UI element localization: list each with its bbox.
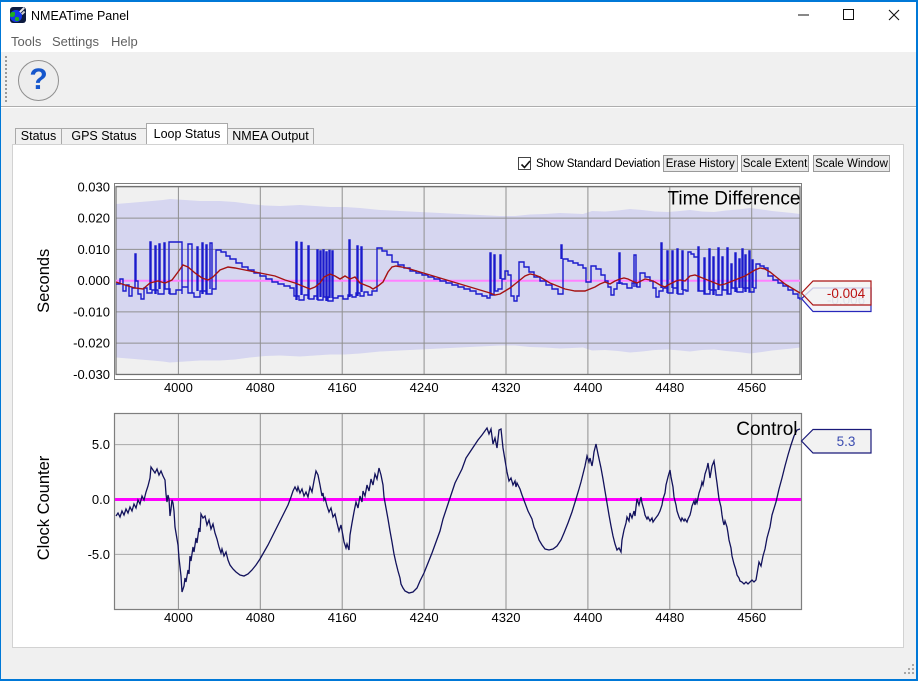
svg-text:4160: 4160 xyxy=(328,380,357,395)
svg-text:4320: 4320 xyxy=(492,380,521,395)
svg-text:4480: 4480 xyxy=(655,380,684,395)
svg-text:Control: Control xyxy=(736,419,797,440)
svg-text:0.000: 0.000 xyxy=(77,273,110,288)
svg-text:5.0: 5.0 xyxy=(92,437,110,452)
svg-text:0.030: 0.030 xyxy=(77,179,110,194)
svg-text:Seconds: Seconds xyxy=(35,249,53,313)
svg-text:4080: 4080 xyxy=(246,610,275,625)
svg-text:4000: 4000 xyxy=(164,380,193,395)
svg-text:0.0: 0.0 xyxy=(92,492,110,507)
svg-text:-0.004: -0.004 xyxy=(827,286,866,301)
svg-text:4080: 4080 xyxy=(246,380,275,395)
svg-text:4240: 4240 xyxy=(410,380,439,395)
svg-text:-0.020: -0.020 xyxy=(73,336,110,351)
svg-text:Time Difference: Time Difference xyxy=(667,189,800,210)
svg-text:4000: 4000 xyxy=(164,610,193,625)
svg-text:4560: 4560 xyxy=(737,610,766,625)
svg-text:-5.0: -5.0 xyxy=(88,547,110,562)
svg-text:Clock Counter: Clock Counter xyxy=(35,455,53,560)
svg-text:4480: 4480 xyxy=(655,610,684,625)
svg-text:0.020: 0.020 xyxy=(77,211,110,226)
svg-text:4240: 4240 xyxy=(410,610,439,625)
svg-text:4560: 4560 xyxy=(737,380,766,395)
svg-text:4320: 4320 xyxy=(492,610,521,625)
svg-text:5.3: 5.3 xyxy=(837,434,856,449)
svg-text:-0.010: -0.010 xyxy=(73,304,110,319)
svg-text:4400: 4400 xyxy=(573,610,602,625)
svg-text:-0.030: -0.030 xyxy=(73,367,110,382)
svg-text:4160: 4160 xyxy=(328,610,357,625)
svg-text:0.010: 0.010 xyxy=(77,242,110,257)
svg-text:4400: 4400 xyxy=(573,380,602,395)
